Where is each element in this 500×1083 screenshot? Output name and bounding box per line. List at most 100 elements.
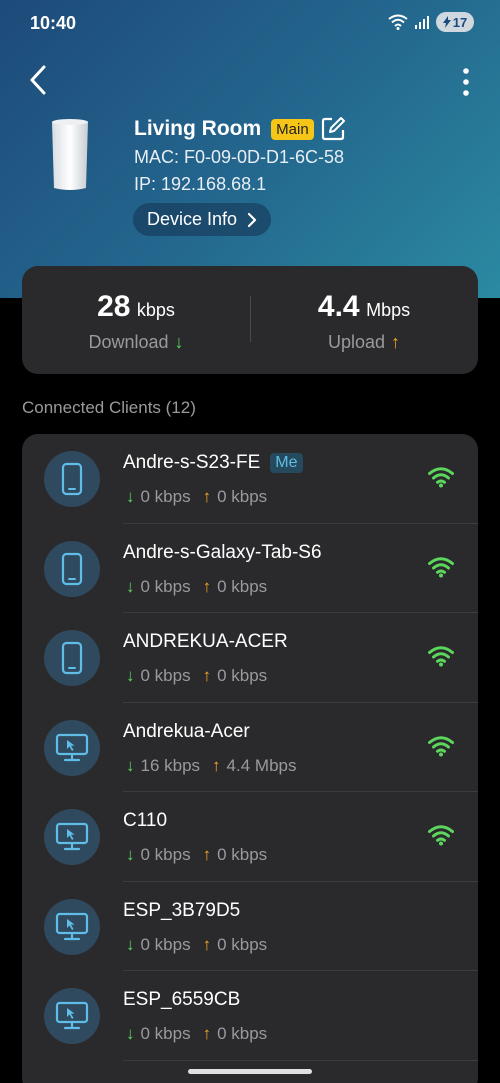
client-upload: 4.4 Mbps (226, 755, 297, 775)
arrow-up-icon: ↑ (212, 755, 221, 775)
client-row[interactable]: Andre-s-S23-FE Me ↓ 0 kbps ↑ 0 kbps (22, 434, 478, 524)
arrow-down-icon: ↓ (126, 666, 135, 685)
download-value: 28 (97, 290, 131, 323)
client-type-icon (44, 540, 100, 597)
client-type-icon (44, 809, 100, 865)
speed-card: 28 kbps Download ↓ 4.4 Mbps Upload ↑ (22, 266, 478, 374)
client-row[interactable]: ANDREKUA-ACER ↓ 0 kbps ↑ 0 kbps (22, 613, 478, 703)
arrow-down-icon: ↓ (126, 576, 135, 596)
charging-bolt-icon (442, 16, 451, 28)
client-name: Andrekua-Acer (123, 720, 250, 742)
row-divider (123, 1059, 478, 1061)
phone-icon (61, 462, 83, 496)
client-name: ESP_3B79D5 (123, 899, 241, 921)
client-name-row: ESP_3B79D5 (123, 900, 240, 922)
arrow-down-icon: ↓ (126, 1024, 135, 1043)
wifi-status-icon (388, 14, 408, 30)
arrow-up-icon: ↑ (391, 332, 401, 352)
clients-list: Andre-s-S23-FE Me ↓ 0 kbps ↑ 0 kbps Andre-s-Ga… (22, 434, 478, 1083)
client-upload: 0 kbps (217, 934, 268, 954)
client-download: 0 kbps (140, 934, 191, 954)
me-badge: Me (270, 453, 303, 473)
download-label: Download (88, 332, 169, 352)
device-info-label: Device Info (147, 209, 238, 229)
client-name-row: ESP_6559CB (123, 989, 240, 1011)
wifi-signal-icon (428, 735, 454, 756)
client-download: 0 kbps (140, 487, 191, 506)
client-upload: 0 kbps (217, 666, 268, 685)
computer-icon (55, 912, 89, 940)
more-options-button[interactable] (454, 64, 478, 100)
client-name-row: Andrekua-Acer (123, 721, 250, 743)
status-icons: 17 (388, 12, 474, 32)
client-name: ANDREKUA-ACER (123, 631, 288, 652)
client-row[interactable]: Andrekua-Acer ↓ 16 kbps ↑ 4.4 Mbps (22, 703, 478, 792)
back-button[interactable] (22, 62, 54, 98)
device-name: Living Room (134, 117, 262, 140)
client-name: ESP_6559CB (123, 989, 241, 1010)
arrow-up-icon: ↑ (202, 1024, 212, 1043)
client-speeds: ↓ 0 kbps ↑ 0 kbps (126, 487, 267, 507)
computer-icon (55, 733, 89, 761)
status-time: 10:40 (30, 13, 77, 33)
client-speeds: ↓ 0 kbps ↑ 0 kbps (126, 1024, 267, 1044)
arrow-down-icon: ↓ (174, 332, 184, 352)
upload-label: Upload (327, 332, 386, 352)
client-upload: 0 kbps (217, 487, 268, 506)
client-name-row: Andre-s-Galaxy-Tab-S6 (123, 542, 322, 564)
status-bar: 10:40 17 (0, 0, 500, 46)
device-ip: IP: 192.168.68.1 (134, 174, 267, 194)
client-name: C110 (123, 810, 168, 831)
client-type-icon (44, 451, 100, 507)
client-type-icon (44, 988, 100, 1044)
arrow-down-icon: ↓ (126, 487, 135, 506)
arrow-down-icon: ↓ (126, 845, 135, 864)
arrow-up-icon: ↑ (202, 845, 212, 864)
client-row[interactable]: Andre-s-Galaxy-Tab-S6 ↓ 0 kbps ↑ 0 kbps (22, 524, 478, 613)
download-speed: 28 kbps Download ↓ (22, 290, 250, 353)
wifi-signal-icon (428, 467, 454, 488)
router-device-image (52, 119, 88, 190)
device-name-row: Living Room Main (134, 116, 346, 142)
client-type-icon (44, 630, 100, 686)
client-speeds: ↓ 0 kbps ↑ 0 kbps (126, 666, 267, 686)
wifi-signal-icon (428, 556, 454, 577)
client-speeds: ↓ 0 kbps ↑ 0 kbps (126, 935, 267, 955)
battery-indicator: 17 (436, 12, 474, 32)
signal-icon (415, 16, 429, 29)
client-row[interactable]: C110 ↓ 0 kbps ↑ 0 kbps (22, 792, 478, 882)
navigation-handle[interactable] (188, 1069, 312, 1074)
arrow-down-icon: ↓ (126, 755, 135, 775)
computer-icon (55, 1001, 89, 1030)
client-row[interactable]: ESP_6559CB ↓ 0 kbps ↑ 0 kbps (22, 971, 478, 1061)
client-download: 0 kbps (140, 576, 191, 596)
phone-icon (61, 552, 83, 585)
client-name: Andre-s-Galaxy-Tab-S6 (123, 541, 322, 563)
client-upload: 0 kbps (217, 845, 268, 864)
client-name: Andre-s-S23-FE (123, 452, 261, 473)
computer-icon (55, 822, 89, 851)
device-mac: MAC: F0-09-0D-D1-6C-58 (134, 147, 345, 167)
client-download: 0 kbps (140, 845, 191, 864)
client-download: 16 kbps (140, 755, 201, 775)
arrow-down-icon: ↓ (126, 934, 135, 954)
wifi-signal-icon (428, 825, 454, 846)
client-download: 0 kbps (140, 1024, 191, 1043)
client-speeds: ↓ 16 kbps ↑ 4.4 Mbps (126, 756, 296, 776)
client-speeds: ↓ 0 kbps ↑ 0 kbps (126, 845, 267, 865)
upload-value: 4.4 (317, 290, 360, 323)
wifi-signal-icon (428, 646, 454, 667)
edit-icon[interactable] (320, 116, 346, 142)
connected-clients-title: Connected Clients (12) (22, 398, 196, 417)
device-info-button[interactable]: Device Info (133, 203, 272, 236)
upload-unit: Mbps (366, 300, 411, 320)
chevron-right-icon (247, 212, 257, 227)
client-name-row: ANDREKUA-ACER (123, 631, 288, 653)
client-download: 0 kbps (140, 666, 191, 685)
phone-icon (61, 641, 83, 675)
arrow-up-icon: ↑ (202, 666, 212, 685)
client-row[interactable]: ESP_3B79D5 ↓ 0 kbps ↑ 0 kbps (22, 882, 478, 971)
battery-level: 17 (452, 14, 468, 30)
more-vertical-icon (463, 68, 469, 96)
main-badge: Main (271, 118, 314, 140)
